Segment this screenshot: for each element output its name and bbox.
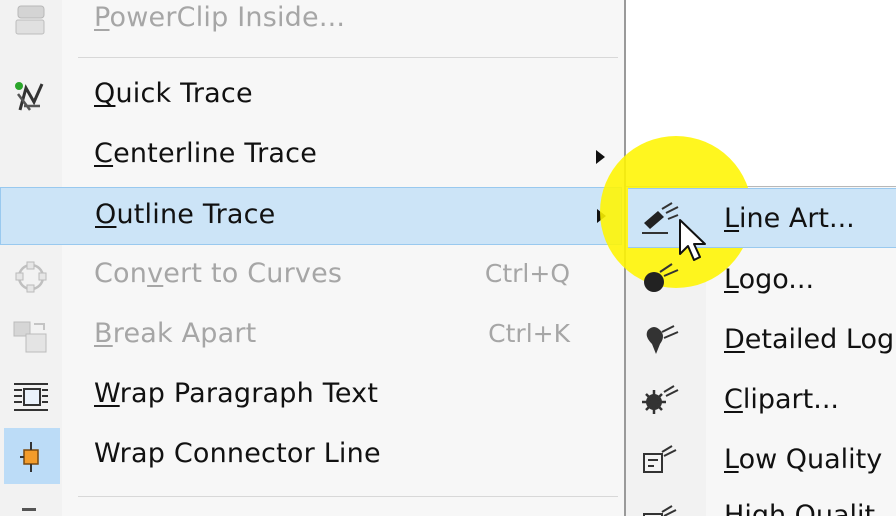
- partial-icon: [22, 508, 36, 511]
- wrap-paragraph-text-icon: [14, 383, 48, 411]
- quick-trace-icon: [15, 82, 44, 111]
- line-art-icon: [642, 202, 679, 234]
- menu-item-convert-to-curves[interactable]: Convert to Curves Ctrl+Q: [0, 248, 622, 304]
- menu-item-quick-trace[interactable]: Quick Trace: [0, 68, 622, 124]
- menu-item-label: Break Apart: [94, 318, 257, 349]
- break-apart-icon: [13, 321, 47, 353]
- menu-separator: [78, 57, 618, 58]
- submenu-item-logo[interactable]: Logo...: [628, 250, 896, 310]
- mouse-pointer-icon: [679, 219, 706, 261]
- submenu-item-label: Low Quality: [724, 444, 883, 475]
- submenu-item-line-art[interactable]: Line Art...: [628, 188, 896, 248]
- menu-item-centerline-trace[interactable]: Centerline Trace: [0, 128, 622, 184]
- menu-item-label: Outline Trace: [95, 199, 276, 230]
- wrap-connector-line-icon: [20, 442, 39, 472]
- submenu-item-label: High Qualit: [724, 500, 876, 516]
- submenu-item-clipart[interactable]: Clipart...: [628, 370, 896, 430]
- powerclip-icon: [15, 5, 45, 35]
- menu-item-label: Centerline Trace: [94, 138, 318, 169]
- menu-item-wrap-paragraph-text[interactable]: Wrap Paragraph Text: [0, 368, 622, 424]
- convert-to-curves-icon: [15, 261, 47, 293]
- submenu-item-label: Clipart...: [724, 384, 839, 415]
- menu-item-outline-trace[interactable]: Outline Trace: [0, 187, 622, 245]
- low-quality-image-icon: [643, 445, 677, 473]
- menu-item-label: Quick Trace: [94, 78, 253, 109]
- submenu-item-low-quality-image[interactable]: Low Quality: [628, 430, 896, 490]
- high-quality-image-icon: [643, 505, 677, 516]
- menu-item-label: Wrap Connector Line: [94, 438, 381, 469]
- menu-item-label: PowerClip Inside...: [94, 2, 346, 33]
- menu-item-label: Convert to Curves: [94, 258, 343, 289]
- submenu-item-label: Detailed Log: [724, 324, 895, 355]
- submenu-item-detailed-logo[interactable]: Detailed Log: [628, 310, 896, 370]
- menu-item-break-apart[interactable]: Break Apart Ctrl+K: [0, 308, 622, 364]
- submenu-item-label: Logo...: [724, 264, 815, 295]
- menu-separator: [78, 496, 618, 497]
- submenu-item-label: Line Art...: [724, 203, 855, 234]
- logo-icon: [644, 263, 679, 292]
- submenu-arrow-icon: [596, 150, 605, 164]
- menu-item-label: Wrap Paragraph Text: [94, 378, 379, 409]
- shortcut-label: Ctrl+Q: [484, 259, 570, 288]
- menu-item-powerclip-inside[interactable]: PowerClip Inside...: [0, 0, 622, 48]
- submenu-item-high-quality-image[interactable]: High Qualit: [628, 490, 896, 516]
- shortcut-label: Ctrl+K: [488, 319, 570, 348]
- detailed-logo-icon: [646, 325, 679, 354]
- clipart-icon: [642, 385, 679, 414]
- menu-item-wrap-connector-line[interactable]: Wrap Connector Line: [0, 428, 622, 484]
